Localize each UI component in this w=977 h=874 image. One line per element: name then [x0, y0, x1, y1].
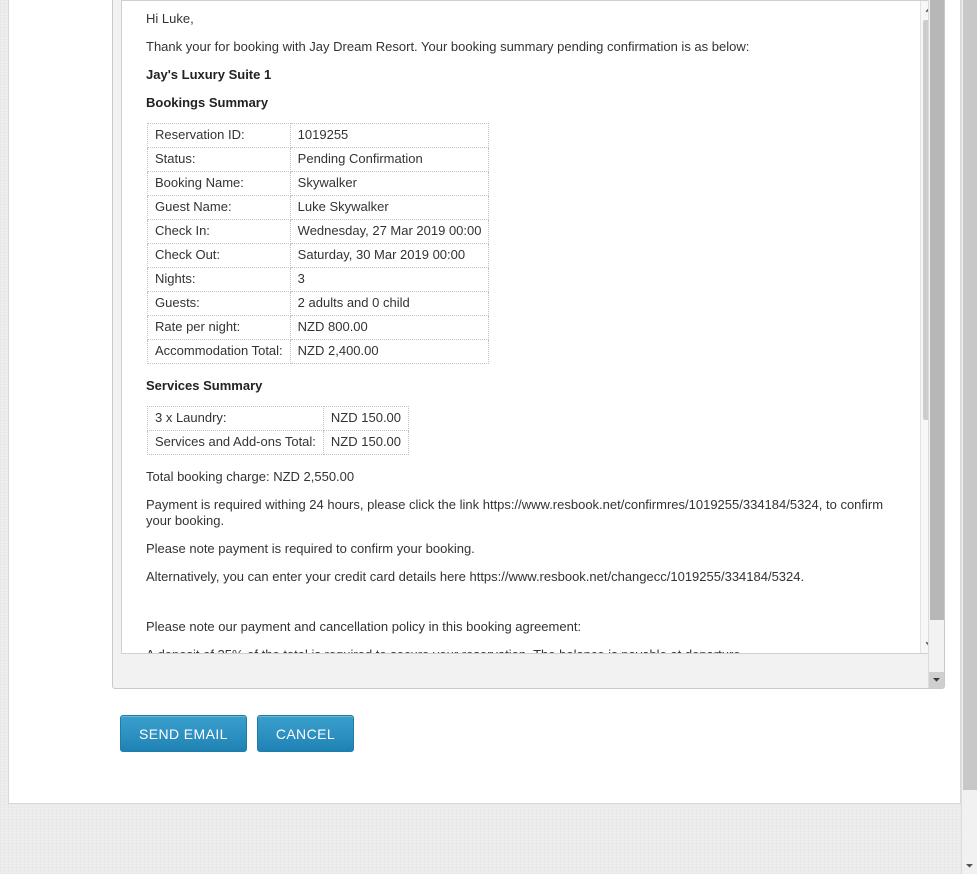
table-row: Guest Name: Luke Skywalker: [147, 195, 490, 220]
bookings-summary-body: Reservation ID: 1019255 Status: Pending Con…: [147, 123, 490, 364]
row-label: Accommodation Total:: [147, 339, 291, 364]
row-value: Skywalker: [289, 171, 490, 196]
row-label: Guest Name:: [147, 195, 291, 220]
table-row: Guests: 2 adults and 0 child: [147, 291, 490, 316]
credit-card-text: Alternatively, you can enter your credit…: [146, 569, 805, 584]
services-summary-body: 3 x Laundry: NZD 150.00 Services and Add-o…: [147, 406, 410, 455]
table-row: Reservation ID: 1019255: [147, 123, 490, 148]
row-label: Guests:: [147, 291, 291, 316]
row-label: Services and Add-ons Total:: [147, 430, 324, 455]
row-value: 3: [289, 267, 490, 292]
services-summary-table: 3 x Laundry: NZD 150.00 Services and Add-o…: [147, 406, 410, 455]
table-row: Status: Pending Confirmation: [147, 147, 490, 172]
email-body[interactable]: Hi Luke, Thank your for booking with Jay…: [122, 1, 921, 653]
row-value: Pending Confirmation: [289, 147, 490, 172]
row-value: NZD 2,400.00: [289, 339, 490, 364]
table-row: Accommodation Total: NZD 2,400.00: [147, 339, 490, 364]
row-label: 3 x Laundry:: [147, 406, 324, 431]
total-charge-text: Total booking charge: NZD 2,550.00: [146, 469, 355, 484]
table-row: 3 x Laundry: NZD 150.00: [147, 406, 410, 431]
editor-scrollbar-thumb[interactable]: [930, 0, 944, 620]
row-label: Booking Name:: [147, 171, 291, 196]
table-row: Check Out: Saturday, 30 Mar 2019 00:00: [147, 243, 490, 268]
row-label: Nights:: [147, 267, 291, 292]
row-value: 2 adults and 0 child: [289, 291, 490, 316]
row-value: Wednesday, 27 Mar 2019 00:00: [289, 219, 490, 244]
row-label: Rate per night:: [147, 315, 291, 340]
row-value: NZD 150.00: [322, 406, 410, 431]
policy-body-text: A deposit of 25% of the total is require…: [146, 647, 907, 653]
table-row: Booking Name: Skywalker: [147, 171, 490, 196]
bookings-summary-heading: Bookings Summary: [146, 95, 269, 110]
rich-text-editor: 1 2 3: [112, 0, 945, 689]
browser-scrollbar-thumb[interactable]: [963, 0, 977, 790]
row-label: Check In:: [147, 219, 291, 244]
cancel-button[interactable]: CANCEL: [256, 715, 355, 752]
payment-required-text: Payment is required withing 24 hours, pl…: [146, 497, 884, 528]
payment-note-text: Please note payment is required to confi…: [146, 541, 475, 556]
editor-content-area[interactable]: Hi Luke, Thank your for booking with Jay…: [121, 0, 938, 654]
app-root: 1 2 3: [0, 0, 977, 874]
form-actions: SEND EMAIL CANCEL: [120, 715, 355, 752]
services-summary-heading: Services Summary: [146, 378, 263, 393]
table-row: Check In: Wednesday, 27 Mar 2019 00:00: [147, 219, 490, 244]
row-label: Check Out:: [147, 243, 291, 268]
row-label: Status:: [147, 147, 291, 172]
row-value: 1019255: [289, 123, 490, 148]
editor-scrollbar[interactable]: [928, 0, 944, 688]
send-email-button[interactable]: SEND EMAIL: [120, 715, 247, 752]
room-title: Jay's Luxury Suite 1: [146, 67, 272, 82]
row-label: Reservation ID:: [147, 123, 291, 148]
editor-scroll-down-icon[interactable]: [929, 672, 944, 688]
table-row: Services and Add-ons Total: NZD 150.00: [147, 430, 410, 455]
row-value: Luke Skywalker: [289, 195, 490, 220]
table-row: Rate per night: NZD 800.00: [147, 315, 490, 340]
row-value: NZD 800.00: [289, 315, 490, 340]
bookings-summary-table: Reservation ID: 1019255 Status: Pending Con…: [147, 123, 490, 364]
browser-scroll-down-icon[interactable]: [962, 858, 977, 874]
policy-heading-text: Please note our payment and cancellation…: [146, 619, 582, 634]
greeting-text: Hi Luke,: [146, 11, 194, 26]
row-value: NZD 150.00: [322, 430, 410, 455]
table-row: Nights: 3: [147, 267, 490, 292]
row-value: Saturday, 30 Mar 2019 00:00: [289, 243, 490, 268]
browser-scrollbar[interactable]: [961, 0, 977, 874]
intro-text: Thank your for booking with Jay Dream Re…: [146, 39, 750, 54]
